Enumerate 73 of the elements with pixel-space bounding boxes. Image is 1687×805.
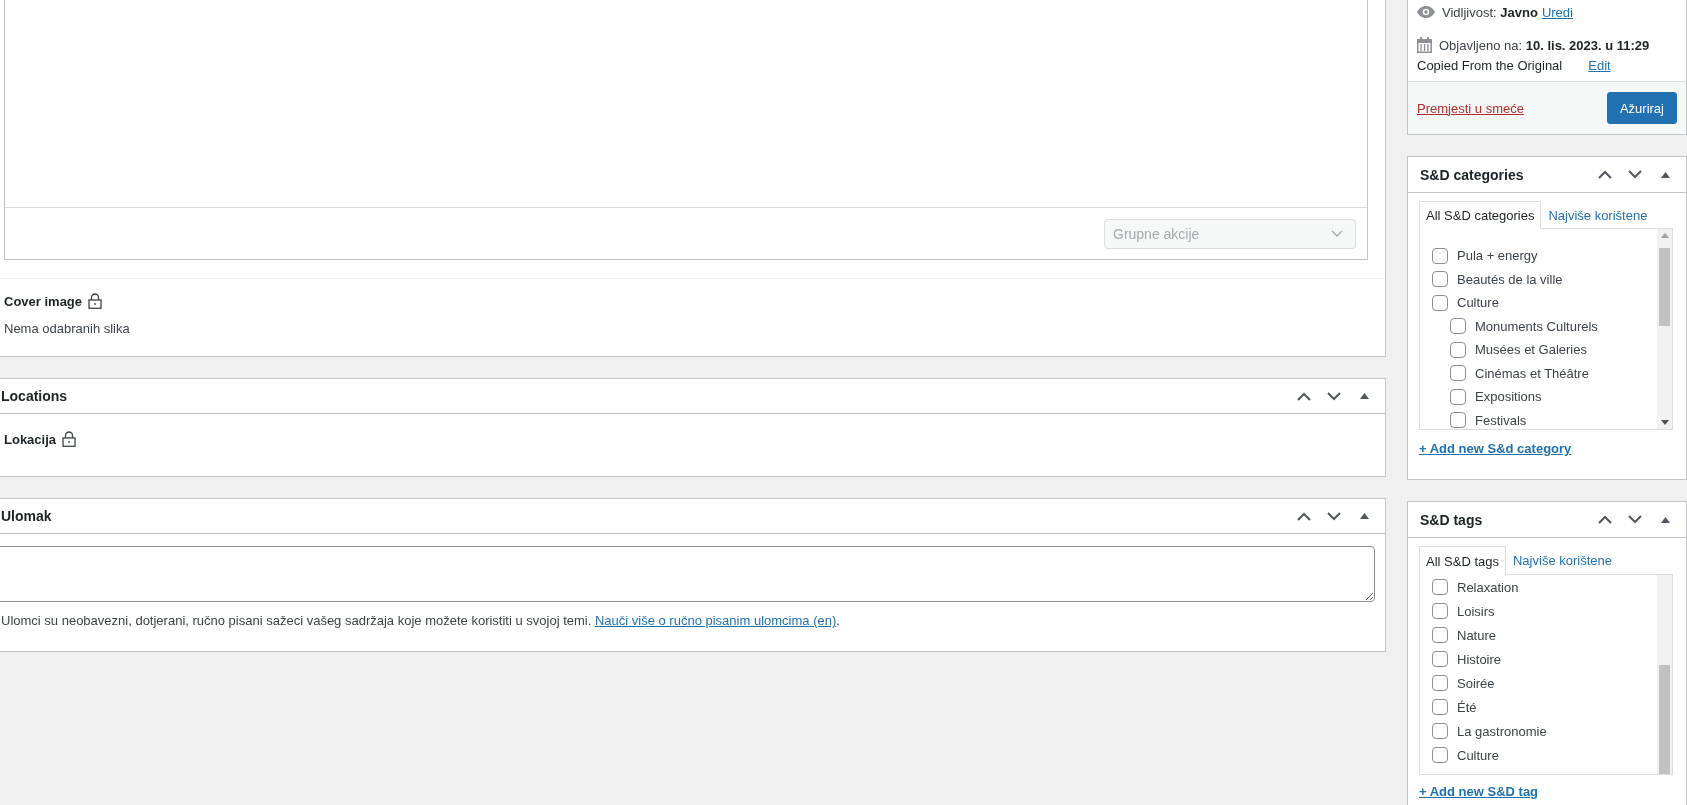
- chevron-down-icon[interactable]: [1327, 391, 1341, 401]
- checkbox[interactable]: [1432, 247, 1448, 264]
- published-date-text: Objavljeno na: 10. lis. 2023. u 11:29: [1439, 37, 1650, 53]
- tab[interactable]: Najviše korištene: [1506, 546, 1619, 574]
- tab[interactable]: All S&D categories: [1419, 201, 1542, 229]
- scroll-down-arrow-icon[interactable]: [1660, 420, 1669, 425]
- edit-visibility-link[interactable]: Uredi: [1541, 4, 1573, 20]
- checkbox-label: Relaxation: [1457, 579, 1519, 595]
- checkbox[interactable]: [1432, 723, 1448, 739]
- tab[interactable]: Najviše korištene: [1541, 201, 1655, 228]
- scrollbar[interactable]: [1657, 229, 1672, 429]
- collapse-toggle-icon[interactable]: [1359, 513, 1369, 519]
- checkbox-label: Pula + energy: [1457, 248, 1538, 264]
- collapse-toggle-icon[interactable]: [1359, 393, 1369, 399]
- checkbox[interactable]: [1432, 603, 1448, 619]
- scroll-up-arrow-icon[interactable]: [1660, 233, 1669, 238]
- checkbox-label: La gastronomie: [1457, 723, 1547, 739]
- field-label: Cover image: [4, 293, 83, 309]
- checkbox[interactable]: [1450, 388, 1466, 405]
- excerpt-help-text: Ulomci su neobavezni, dotjerani, ručno pisani sažeci vašeg sadržaja koje možete koristiti u svojoj temi. Nauči više o ručno pisanim ulomcima (en).: [1, 613, 841, 628]
- tab[interactable]: All S&D tags: [1419, 546, 1506, 575]
- checkbox-label: Soirée: [1457, 675, 1495, 691]
- panel-title: S&D categories: [1420, 166, 1525, 183]
- checkbox-label: Loisirs: [1457, 603, 1495, 619]
- eye-icon: [1417, 6, 1435, 18]
- checkbox[interactable]: [1432, 627, 1448, 643]
- checkbox[interactable]: [1450, 341, 1466, 358]
- checkbox-label: Beautés de la ville: [1457, 271, 1563, 287]
- checkbox-label: Monuments Culturels: [1475, 318, 1598, 334]
- checkbox-label: Expositions: [1475, 389, 1542, 405]
- checkbox-label: Culture: [1457, 295, 1499, 311]
- chevron-down-icon[interactable]: [1628, 170, 1642, 179]
- chevron-down-icon[interactable]: [1628, 515, 1642, 524]
- caret-icon: [1331, 230, 1343, 237]
- checkbox[interactable]: [1432, 675, 1448, 691]
- chevron-up-icon[interactable]: [1598, 515, 1612, 524]
- calendar-icon: [1417, 37, 1432, 53]
- checkbox[interactable]: [1432, 579, 1448, 595]
- update-button[interactable]: Ažuriraj: [1606, 92, 1677, 124]
- checkbox-label: Histoire: [1457, 651, 1502, 667]
- add-new-link[interactable]: + Add new S&D tag: [1419, 784, 1539, 799]
- copied-note: Copied From the Original: [1417, 57, 1563, 73]
- checkbox-label: Cinémas et Théâtre: [1475, 365, 1589, 381]
- checkbox[interactable]: [1450, 365, 1466, 382]
- panel-title: Locations: [1, 388, 69, 404]
- move-to-trash-link[interactable]: Premjesti u smeće: [1417, 100, 1524, 116]
- checkbox-label: Festivals: [1475, 412, 1527, 428]
- panel-title: Ulomak: [1, 508, 53, 524]
- panel-title: S&D tags: [1420, 511, 1484, 528]
- checkbox[interactable]: [1432, 699, 1448, 715]
- checkbox[interactable]: [1432, 294, 1448, 311]
- checkbox-label: Nature: [1457, 627, 1497, 643]
- chevron-up-icon[interactable]: [1598, 170, 1612, 179]
- chevron-up-icon[interactable]: [1297, 511, 1311, 521]
- visibility-text: Vidljivost: Javno: [1442, 4, 1538, 20]
- checkbox-label: Culture: [1457, 747, 1499, 763]
- add-new-link[interactable]: + Add new S&d category: [1419, 441, 1572, 456]
- field-label: Lokacija: [4, 431, 57, 447]
- checkbox-label: Été: [1457, 699, 1477, 715]
- chevron-up-icon[interactable]: [1297, 391, 1311, 401]
- edit-link[interactable]: Edit: [1588, 57, 1611, 73]
- checkbox[interactable]: [1450, 318, 1466, 335]
- chevron-down-icon[interactable]: [1327, 511, 1341, 521]
- collapse-toggle-icon[interactable]: [1660, 516, 1670, 523]
- scrollbar[interactable]: [1657, 575, 1672, 774]
- checkbox[interactable]: [1450, 412, 1466, 429]
- checkbox[interactable]: [1432, 651, 1448, 667]
- collapse-toggle-icon[interactable]: [1660, 171, 1670, 178]
- excerpt-textarea[interactable]: [0, 546, 1375, 602]
- checkbox[interactable]: [1432, 271, 1448, 288]
- field-value: Nema odabranih slika: [4, 321, 131, 336]
- checkbox-label: Musées et Galeries: [1475, 342, 1587, 358]
- checkbox[interactable]: [1432, 747, 1448, 763]
